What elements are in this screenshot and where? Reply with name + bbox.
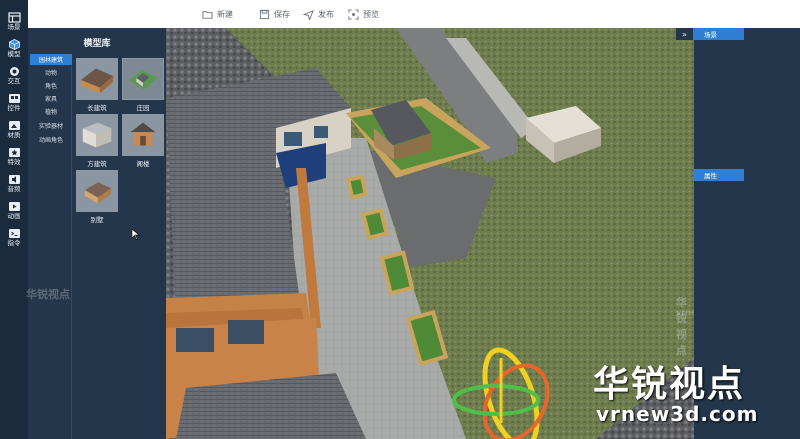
- category-item-plants[interactable]: 植物: [30, 106, 72, 117]
- animation-icon: [8, 202, 20, 211]
- sidebar-item-scene[interactable]: 场景: [0, 12, 28, 34]
- scene-icon: [7, 12, 21, 23]
- sidebar-item-label: 交互: [7, 77, 21, 85]
- preview-button[interactable]: 预览: [348, 6, 379, 22]
- sidebar-item-audio[interactable]: 音频: [0, 174, 28, 196]
- watermark-brand: 华锐视点: [593, 364, 746, 405]
- save-icon: [259, 9, 270, 19]
- material-icon: [8, 121, 20, 130]
- sidebar-item-label: 动画: [7, 212, 21, 220]
- tab-scene[interactable]: 场景: [694, 28, 744, 40]
- sidebar-item-animation[interactable]: 动画: [0, 201, 28, 223]
- tab-properties[interactable]: 属性: [694, 169, 744, 181]
- sidebar-item-label: 模型: [7, 50, 21, 58]
- new-label: 新建: [217, 9, 233, 19]
- expand-panel-button[interactable]: »: [676, 28, 693, 40]
- category-item-garden-architecture[interactable]: 园林建筑: [30, 54, 72, 65]
- sidebar-item-material[interactable]: 材质: [0, 120, 28, 142]
- villa-image: [77, 171, 117, 211]
- preview-label: 预览: [363, 9, 379, 19]
- mouse-cursor-icon: [132, 229, 140, 240]
- cube-icon: [8, 39, 20, 50]
- watermark-small-url: vrnew.com: [676, 308, 694, 317]
- model-thumbnail-manor[interactable]: [122, 58, 164, 100]
- top-toolbar: 新建 保存 发布 预览: [28, 0, 800, 28]
- command-icon: [8, 229, 20, 238]
- sidebar-item-label: 控件: [7, 104, 21, 112]
- preview-icon: [348, 8, 359, 20]
- publish-button[interactable]: 发布: [303, 6, 334, 22]
- sidebar-item-model[interactable]: 模型: [0, 39, 28, 61]
- model-label: 长建筑: [87, 104, 107, 112]
- sidebar-item-command[interactable]: 指令: [0, 228, 28, 250]
- audio-icon: [8, 175, 20, 184]
- sidebar-item-label: 材质: [7, 131, 21, 139]
- category-item-furniture[interactable]: 家具: [30, 93, 72, 104]
- category-list: 园林建筑 动物 角色 家具 植物 实验器材 动画角色: [28, 54, 72, 439]
- sidebar-item-effect[interactable]: 特效: [0, 147, 28, 169]
- square-building-image: [77, 115, 117, 155]
- category-item-animated-characters[interactable]: 动画角色: [30, 134, 72, 145]
- scene-panel-header: 场景: [694, 28, 800, 40]
- model-label: 庄园: [136, 104, 150, 112]
- interaction-icon: [9, 67, 19, 76]
- sidebar-item-interaction[interactable]: 交互: [0, 66, 28, 88]
- model-library-panel: 模型库 园林建筑 动物 角色 家具 植物 实验器材 动画角色 长建筑 庄园 方建…: [26, 28, 166, 439]
- save-label: 保存: [274, 9, 290, 19]
- model-thumbnail-long-building[interactable]: [76, 58, 118, 100]
- effect-icon: [8, 148, 20, 157]
- send-icon: [303, 9, 314, 20]
- left-icon-bar: 场景 模型 交互 控件 材质 特效 音频 动画 指令: [0, 0, 28, 439]
- model-label: 方建筑: [87, 160, 107, 168]
- model-thumbnail-square-building[interactable]: [76, 114, 118, 156]
- long-building-image: [77, 59, 117, 99]
- save-button[interactable]: 保存: [259, 6, 290, 22]
- category-item-animals[interactable]: 动物: [30, 67, 72, 78]
- watermark-small-brand: 华锐视点: [26, 288, 70, 301]
- control-icon: [8, 94, 20, 103]
- category-item-lab-equipment[interactable]: 实验器材: [30, 120, 72, 131]
- manor-image: [123, 59, 163, 99]
- model-thumbnail-attic[interactable]: [122, 114, 164, 156]
- double-chevron-right-icon: »: [682, 29, 687, 39]
- panel-title: 模型库: [83, 39, 111, 49]
- properties-panel-header: 属性: [694, 169, 800, 181]
- sidebar-item-label: 特效: [7, 158, 21, 166]
- publish-label: 发布: [318, 9, 334, 19]
- category-item-characters[interactable]: 角色: [30, 80, 72, 91]
- sidebar-item-label: 场景: [7, 23, 21, 31]
- model-thumbnail-villa[interactable]: [76, 170, 118, 212]
- new-button[interactable]: 新建: [202, 6, 233, 22]
- model-label: 别墅: [90, 216, 104, 224]
- watermark-small-brand-right: 华锐视点: [676, 296, 687, 357]
- folder-icon: [202, 10, 213, 19]
- model-label: 阁楼: [136, 160, 150, 168]
- sidebar-item-label: 指令: [7, 239, 21, 247]
- sidebar-item-control[interactable]: 控件: [0, 93, 28, 115]
- attic-image: [123, 115, 163, 155]
- sidebar-item-label: 音频: [7, 185, 21, 193]
- watermark-url: vrnew3d.com: [596, 402, 759, 426]
